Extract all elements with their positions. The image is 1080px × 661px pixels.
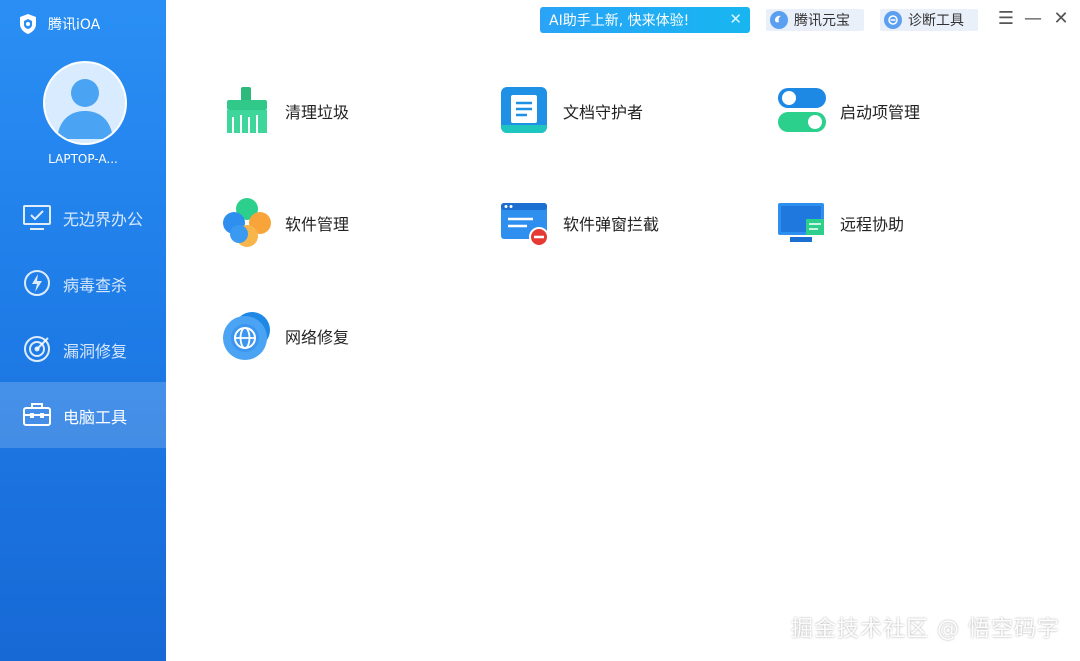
tool-label: 文档守护者 (563, 103, 644, 122)
shield-logo-icon (20, 14, 36, 34)
yuanbao-button[interactable]: 腾讯元宝 (766, 9, 864, 31)
sidebar: 腾讯iOA LAPTOP-A... 无边界办公 病毒查杀 漏洞修复 电脑工具 (0, 0, 166, 661)
app-name: 腾讯iOA (48, 17, 101, 33)
broom-icon (227, 87, 267, 133)
sidebar-item-label: 漏洞修复 (63, 342, 128, 361)
yuanbao-label: 腾讯元宝 (794, 13, 850, 29)
window-close-icon[interactable]: ✕ (1051, 8, 1071, 29)
brand: 腾讯iOA (18, 12, 100, 36)
tool-label: 软件管理 (285, 215, 350, 234)
user-avatar-icon (57, 79, 113, 139)
ai-banner-text: AI助手上新, 快来体验! (549, 13, 690, 29)
tool-software-manager[interactable]: 软件管理 (221, 197, 349, 249)
topbar: AI助手上新, 快来体验! ✕ 腾讯元宝 诊断工具 ☰ — ✕ (166, 0, 1080, 40)
yuanbao-icon (770, 11, 788, 29)
sidebar-item-label: 病毒查杀 (63, 276, 128, 295)
tool-popup-blocker[interactable]: 软件弹窗拦截 (499, 197, 659, 249)
avatar[interactable] (43, 61, 127, 145)
tool-remote-assist[interactable]: 远程协助 (776, 197, 904, 249)
target-icon (24, 336, 50, 362)
tool-label: 远程协助 (840, 215, 905, 234)
close-icon[interactable]: ✕ (729, 10, 742, 28)
toggle-switch-icon (778, 88, 826, 132)
diagnose-label: 诊断工具 (908, 13, 964, 29)
tool-label: 清理垃圾 (285, 103, 350, 122)
toolbox-icon (23, 403, 51, 426)
popup-block-icon (501, 203, 549, 247)
sidebar-item-label: 无边界办公 (63, 210, 144, 229)
sidebar-item-label: 电脑工具 (63, 408, 128, 427)
device-name: LAPTOP-A... (48, 152, 118, 166)
diagnose-icon (884, 11, 902, 29)
tool-label: 网络修复 (285, 328, 350, 347)
watermark: 掘金技术社区 @ 悟空码字 (791, 617, 1060, 642)
remote-monitor-icon (778, 203, 824, 242)
tool-clean-junk[interactable]: 清理垃圾 (221, 85, 349, 137)
tool-label: 软件弹窗拦截 (563, 215, 660, 234)
tool-network-repair[interactable]: 网络修复 (221, 310, 349, 362)
document-icon (501, 87, 547, 133)
sidebar-item-pc-tools[interactable]: 电脑工具 (0, 382, 166, 448)
clover-apps-icon (223, 198, 271, 247)
sidebar-item-virus-scan[interactable]: 病毒查杀 (0, 250, 166, 316)
lightning-shield-icon (24, 270, 50, 296)
minimize-icon[interactable]: — (1023, 8, 1043, 29)
globe-repair-icon (223, 312, 270, 360)
diagnose-tool-button[interactable]: 诊断工具 (880, 9, 978, 31)
ai-assistant-banner[interactable]: AI助手上新, 快来体验! ✕ (540, 7, 750, 33)
tool-startup-manager[interactable]: 启动项管理 (776, 85, 920, 137)
monitor-check-icon (23, 205, 51, 230)
menu-icon[interactable]: ☰ (996, 8, 1016, 29)
sidebar-item-borderless-office[interactable]: 无边界办公 (0, 184, 166, 250)
tool-doc-guardian[interactable]: 文档守护者 (499, 85, 643, 137)
sidebar-item-vuln-fix[interactable]: 漏洞修复 (0, 316, 166, 382)
tool-label: 启动项管理 (840, 103, 921, 122)
